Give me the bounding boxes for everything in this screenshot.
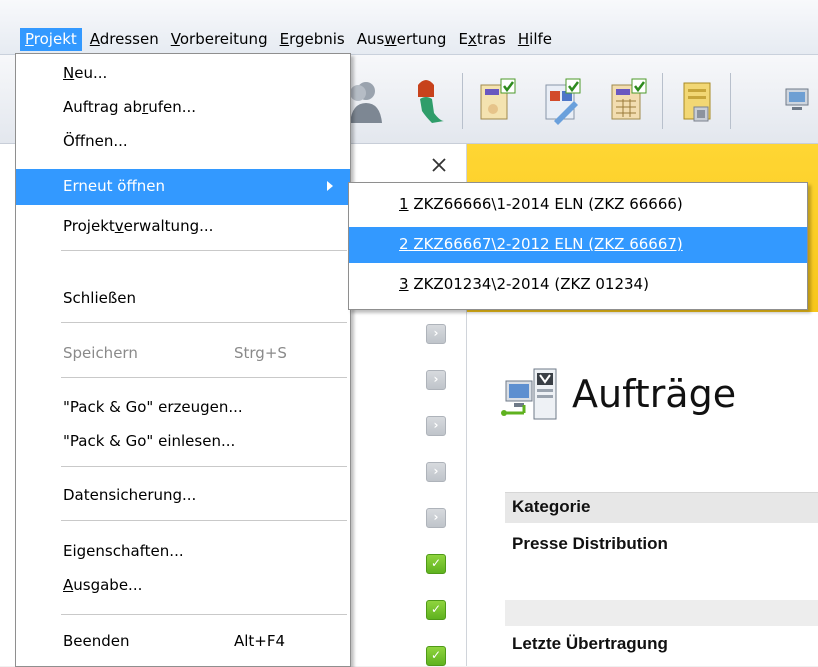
menu-separator xyxy=(61,377,347,378)
table-row-separator xyxy=(505,600,818,626)
menu-extras[interactable]: Extras xyxy=(454,28,509,51)
menu-item-datensicherung[interactable]: Datensicherung... xyxy=(16,479,350,513)
menu-item-erneut-oeffnen[interactable]: Erneut öffnen xyxy=(16,169,350,205)
shortcut-beenden: Alt+F4 xyxy=(234,632,286,650)
menu-hilfe[interactable]: Hilfe xyxy=(514,28,556,51)
document-edit-icon[interactable] xyxy=(540,77,586,127)
menu-item-ausgabe[interactable]: Ausgabe... xyxy=(16,569,350,603)
status-checked-icon[interactable]: ✓ xyxy=(426,600,446,620)
projekt-dropdown-menu: Neu... Auftrag abrufen... Öffnen... Erne… xyxy=(15,53,351,667)
table-cell-presse-distribution: Presse Distribution xyxy=(512,534,668,553)
menu-item-eigenschaften[interactable]: Eigenschaften... xyxy=(16,535,350,569)
shortcut-speichern: Strg+S xyxy=(234,344,287,362)
menu-vorbereitung[interactable]: Vorbereitung xyxy=(167,28,272,51)
recent-project-item[interactable]: 1 ZKZ66666\1-2014 ELN (ZKZ 66666) xyxy=(349,187,807,223)
menu-item-schliessen[interactable]: Schließen xyxy=(16,282,350,316)
document-check-icon[interactable] xyxy=(475,77,521,127)
column-header-kategorie: Kategorie xyxy=(512,497,591,516)
page-title: Aufträge xyxy=(572,372,737,416)
document-grid-icon[interactable] xyxy=(606,77,652,127)
menu-separator xyxy=(61,322,347,323)
menu-separator xyxy=(61,614,347,615)
recent-projects-submenu: 1 ZKZ66666\1-2014 ELN (ZKZ 66666) 2 ZKZ6… xyxy=(348,182,808,310)
status-checked-icon[interactable]: ✓ xyxy=(426,646,446,666)
menu-item-oeffnen[interactable]: Öffnen... xyxy=(16,125,350,159)
menu-item-speichern: Speichern Strg+S xyxy=(63,344,287,362)
mermaid-icon[interactable] xyxy=(404,77,450,127)
menu-bar: Projekt Adressen Vorbereitung Ergebnis A… xyxy=(0,0,818,55)
network-icon[interactable] xyxy=(782,77,818,127)
menu-ergebnis[interactable]: Ergebnis xyxy=(276,28,349,51)
menu-separator xyxy=(61,466,347,467)
menu-item-beenden[interactable]: Beenden Alt+F4 xyxy=(16,625,350,659)
server-icon xyxy=(500,365,560,423)
menu-separator xyxy=(61,520,347,521)
status-arrow-icon[interactable]: › xyxy=(426,324,446,344)
menu-item-pack-go-einlesen[interactable]: "Pack & Go" einlesen... xyxy=(16,425,350,459)
menu-item-auftrag-abrufen[interactable]: Auftrag abrufen... xyxy=(16,91,350,125)
toolbar-separator xyxy=(662,73,663,129)
recent-project-item[interactable]: 2 ZKZ66667\2-2012 ELN (ZKZ 66667) xyxy=(349,227,807,263)
submenu-arrow-icon xyxy=(327,181,333,191)
menu-separator xyxy=(61,250,347,251)
table-cell-letzte-uebertragung: Letzte Übertragung xyxy=(512,634,668,653)
close-icon[interactable] xyxy=(428,154,450,176)
menu-item-pack-go-erzeugen[interactable]: "Pack & Go" erzeugen... xyxy=(16,391,350,425)
status-arrow-icon[interactable]: › xyxy=(426,370,446,390)
status-arrow-icon[interactable]: › xyxy=(426,508,446,528)
database-icon[interactable] xyxy=(672,77,718,127)
recent-project-item[interactable]: 3 ZKZ01234\2-2014 (ZKZ 01234) xyxy=(349,267,807,303)
menu-item-projektverwaltung[interactable]: Projektverwaltung... xyxy=(16,210,350,244)
toolbar-separator xyxy=(462,73,463,129)
status-arrow-icon[interactable]: › xyxy=(426,416,446,436)
menu-projekt[interactable]: Projekt xyxy=(20,28,82,51)
menu-auswertung[interactable]: Auswertung xyxy=(353,28,451,51)
menu-item-neu[interactable]: Neu... xyxy=(16,57,350,91)
menu-adressen[interactable]: Adressen xyxy=(86,28,163,51)
status-arrow-icon[interactable]: › xyxy=(426,462,446,482)
toolbar-separator xyxy=(730,73,731,129)
status-checked-icon[interactable]: ✓ xyxy=(426,554,446,574)
